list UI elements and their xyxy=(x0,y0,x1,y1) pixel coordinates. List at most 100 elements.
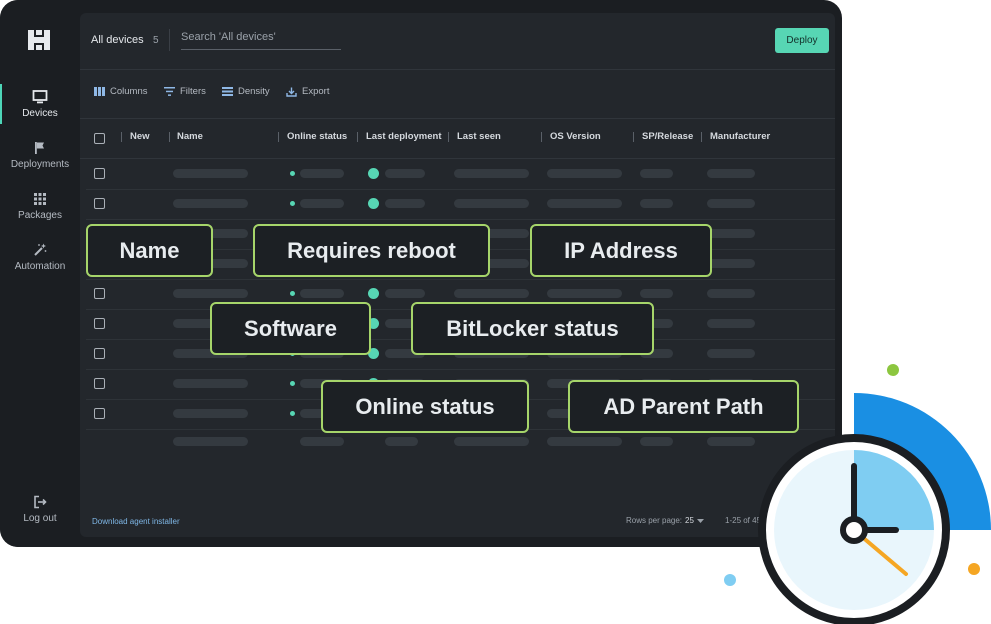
grid-icon xyxy=(34,193,46,205)
skeleton-cell xyxy=(547,437,622,446)
skeleton-cell xyxy=(173,437,248,446)
decor-dot-blue xyxy=(724,574,736,586)
skeleton-cell xyxy=(640,437,673,446)
online-status-dot xyxy=(290,201,295,206)
skeleton-cell xyxy=(640,169,673,178)
sidebar-item-label: Deployments xyxy=(10,159,70,170)
row-checkbox[interactable] xyxy=(94,408,105,419)
filters-button[interactable]: Filters xyxy=(164,86,206,97)
skeleton-cell xyxy=(640,289,673,298)
column-separator xyxy=(633,132,634,142)
sidebar-item-label: Packages xyxy=(18,210,62,221)
skeleton-cell xyxy=(547,169,622,178)
column-header-new[interactable]: New xyxy=(130,131,150,142)
skeleton-cell xyxy=(454,199,529,208)
column-header-last-deployment[interactable]: Last deployment xyxy=(366,131,442,142)
filters-label: Filters xyxy=(180,86,206,97)
logout-button[interactable]: Log out xyxy=(0,495,80,524)
sidebar-item-devices[interactable]: Devices xyxy=(0,84,80,124)
density-label: Density xyxy=(238,86,270,97)
skeleton-cell xyxy=(173,409,248,418)
sidebar-item-label: Devices xyxy=(22,108,58,119)
skeleton-cell xyxy=(707,169,755,178)
skeleton-cell xyxy=(454,169,529,178)
header-divider xyxy=(169,29,170,51)
skeleton-cell xyxy=(385,289,425,298)
select-all-checkbox[interactable] xyxy=(94,133,105,144)
row-checkbox[interactable] xyxy=(94,318,105,329)
toolbar-divider-line xyxy=(80,118,835,119)
skeleton-cell xyxy=(454,289,529,298)
skeleton-cell xyxy=(173,379,248,388)
column-separator xyxy=(701,132,702,142)
density-button[interactable]: Density xyxy=(222,86,270,97)
search-input[interactable]: Search 'All devices' xyxy=(181,31,341,50)
sidebar-item-deployments[interactable]: Deployments xyxy=(0,141,80,170)
columns-icon xyxy=(94,87,105,96)
clock-center xyxy=(840,516,868,544)
column-header-sp-release[interactable]: SP/Release xyxy=(642,131,693,142)
rows-per-page-label: Rows per page: xyxy=(626,516,683,525)
skeleton-cell xyxy=(707,229,755,238)
column-header-name[interactable]: Name xyxy=(177,131,203,142)
column-header-last-seen[interactable]: Last seen xyxy=(457,131,501,142)
page-title: All devices xyxy=(91,34,144,46)
check-icon xyxy=(368,198,379,209)
check-icon xyxy=(368,288,379,299)
clock-illustration xyxy=(724,364,991,624)
row-checkbox[interactable] xyxy=(94,168,105,179)
row-checkbox[interactable] xyxy=(94,198,105,209)
online-status-dot xyxy=(290,411,295,416)
column-header-manufacturer[interactable]: Manufacturer xyxy=(710,131,770,142)
table-header-divider xyxy=(80,158,835,159)
column-separator xyxy=(169,132,170,142)
columns-button[interactable]: Columns xyxy=(94,86,148,97)
skeleton-cell xyxy=(173,199,248,208)
filter-icon xyxy=(164,87,175,96)
row-checkbox[interactable] xyxy=(94,288,105,299)
skeleton-cell xyxy=(300,289,344,298)
density-icon xyxy=(222,87,233,96)
column-separator xyxy=(121,132,122,142)
table-row-divider xyxy=(86,279,835,280)
monitor-icon xyxy=(32,90,48,104)
skeleton-cell xyxy=(385,437,418,446)
download-agent-link[interactable]: Download agent installer xyxy=(92,517,180,526)
column-separator xyxy=(448,132,449,142)
skeleton-cell xyxy=(707,259,755,268)
magic-wand-icon xyxy=(34,243,47,256)
column-header-online-status[interactable]: Online status xyxy=(287,131,347,142)
logout-icon xyxy=(34,495,47,509)
feature-tag-ip-address: IP Address xyxy=(530,224,712,277)
device-count: 5 xyxy=(153,35,159,46)
decor-dot-green xyxy=(887,364,899,376)
skeleton-cell xyxy=(707,349,755,358)
sidebar-item-packages[interactable]: Packages xyxy=(0,192,80,221)
sidebar-item-automation[interactable]: Automation xyxy=(0,243,80,272)
sidebar: Devices Deployments Packages Automation … xyxy=(0,0,80,547)
online-status-dot xyxy=(290,171,295,176)
skeleton-cell xyxy=(707,289,755,298)
export-button[interactable]: Export xyxy=(286,86,329,97)
column-header-os-version[interactable]: OS Version xyxy=(550,131,601,142)
skeleton-cell xyxy=(707,199,755,208)
sidebar-item-label: Automation xyxy=(14,261,66,272)
columns-label: Columns xyxy=(110,86,148,97)
column-separator xyxy=(357,132,358,142)
decor-dot-orange xyxy=(968,563,980,575)
export-label: Export xyxy=(302,86,330,97)
feature-tag-software: Software xyxy=(210,302,371,355)
deploy-button[interactable]: Deploy xyxy=(775,28,829,53)
rows-per-page-select[interactable]: 25 xyxy=(685,516,694,525)
skeleton-cell xyxy=(547,289,622,298)
skeleton-cell xyxy=(640,199,673,208)
column-separator xyxy=(278,132,279,142)
row-checkbox[interactable] xyxy=(94,378,105,389)
online-status-dot xyxy=(290,381,295,386)
feature-tag-name: Name xyxy=(86,224,213,277)
skeleton-cell xyxy=(385,199,425,208)
skeleton-cell xyxy=(300,169,344,178)
table-row-divider xyxy=(86,219,835,220)
skeleton-cell xyxy=(300,199,344,208)
row-checkbox[interactable] xyxy=(94,348,105,359)
